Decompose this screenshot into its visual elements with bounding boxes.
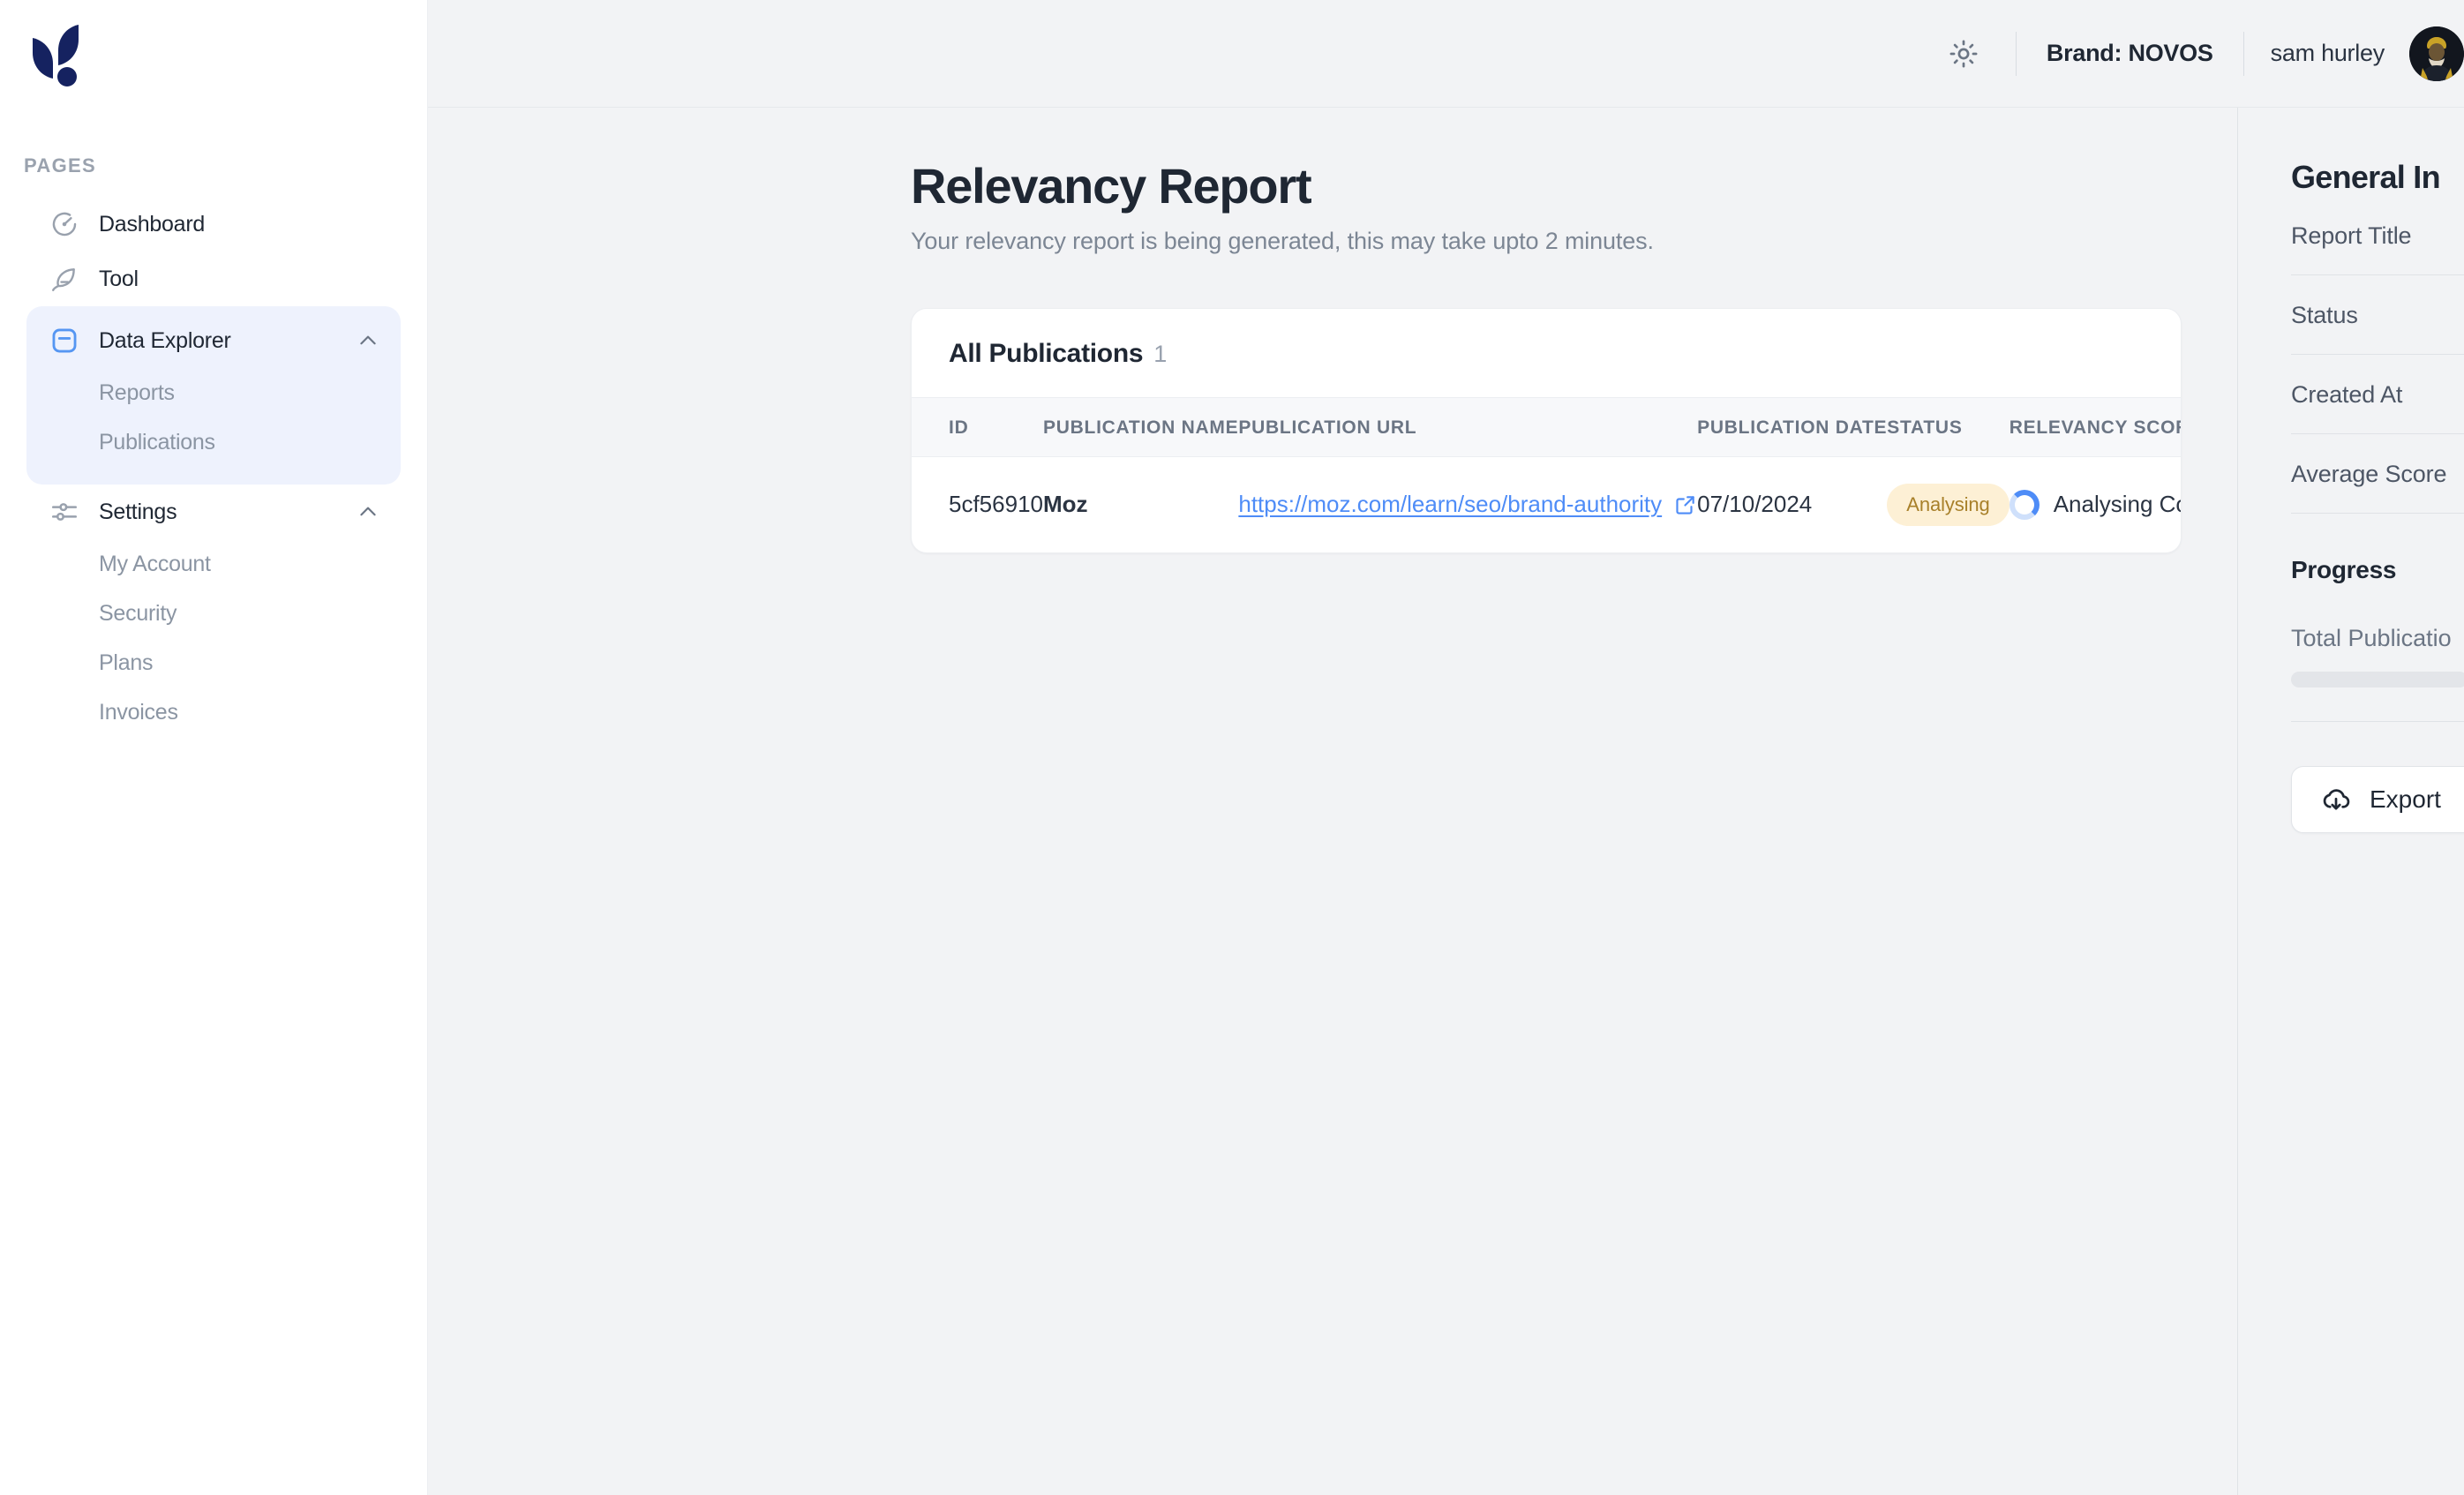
general-info-panel: General In Report Title Status Created A…	[2237, 108, 2464, 1495]
export-button-label: Export	[2370, 785, 2441, 813]
panel-row-created-at: Created At	[2291, 355, 2464, 434]
data-explorer-icon	[48, 324, 81, 357]
topbar: Brand: NOVOS sam hurley	[428, 0, 2464, 108]
page-content: Relevancy Report Your relevancy report i…	[428, 108, 2237, 1495]
loading-spinner-icon	[2009, 489, 2040, 520]
column-header-score[interactable]: RELEVANCY SCORE	[2009, 396, 2181, 457]
cloud-download-icon	[2323, 789, 2350, 810]
cell-status: Analysing	[1887, 456, 2010, 552]
brand-selector[interactable]: Brand: NOVOS	[2017, 40, 2243, 67]
panel-row-average-score: Average Score	[2291, 434, 2464, 514]
table-row[interactable]: 5cf56910 Moz https://moz.com/learn/seo/b…	[912, 456, 2181, 552]
page-subtitle: Your relevancy report is being generated…	[911, 227, 1654, 254]
table-head: ID PUBLICATION NAME PUBLICATION URL PUBL…	[912, 396, 2181, 457]
sidebar-subitem-invoices[interactable]: Invoices	[26, 687, 401, 737]
panel-divider	[2291, 721, 2464, 722]
panel-row-report-title: Report Title	[2291, 196, 2464, 275]
column-header-id[interactable]: ID	[912, 396, 1043, 457]
column-header-status[interactable]: STATUS	[1887, 396, 2010, 457]
progress-label: Total Publicatio	[2291, 625, 2452, 651]
sidebar-item-label: Data Explorer	[99, 327, 231, 353]
logo-container[interactable]	[0, 0, 427, 106]
sidebar-section-label: PAGES	[24, 154, 96, 177]
external-link-icon[interactable]	[1674, 493, 1697, 516]
nav-group-primary: Dashboard Tool	[0, 197, 427, 306]
user-name-label[interactable]: sam hurley	[2244, 40, 2409, 67]
panel-title: General In	[2291, 159, 2441, 195]
app-root: PAGES Dashboard Tool Data Explorer Repor…	[0, 0, 2464, 1495]
nav-group-data-explorer: Data Explorer Reports Publications	[26, 306, 401, 485]
table-body: 5cf56910 Moz https://moz.com/learn/seo/b…	[912, 456, 2181, 552]
sidebar-item-label: Dashboard	[99, 211, 206, 237]
cell-publication-name: Moz	[1042, 491, 1088, 518]
topbar-controls: Brand: NOVOS sam hurley	[1936, 0, 2464, 107]
nav-group-settings: Settings My Account Security Plans Invoi…	[0, 485, 427, 737]
export-button[interactable]: Export	[2291, 766, 2464, 833]
sidebar-subitem-reports[interactable]: Reports	[26, 368, 401, 417]
sidebar-item-dashboard[interactable]: Dashboard	[26, 197, 401, 252]
sun-icon	[1949, 40, 1978, 67]
sidebar: PAGES Dashboard Tool Data Explorer Repor…	[0, 0, 428, 1495]
score-status-text: Analysing Content...	[2053, 491, 2181, 518]
panel-row-status: Status	[2291, 275, 2464, 355]
sidebar-item-settings[interactable]: Settings	[26, 485, 401, 539]
cell-id: 5cf56910	[949, 491, 1043, 518]
sidebar-item-tool[interactable]: Tool	[26, 252, 401, 306]
chevron-up-icon[interactable]	[357, 329, 379, 352]
user-avatar[interactable]	[2409, 26, 2464, 81]
sidebar-item-label: Settings	[99, 499, 177, 524]
column-header-url[interactable]: PUBLICATION URL	[1238, 396, 1698, 457]
chevron-up-icon[interactable]	[357, 500, 379, 523]
table-header-row: ID PUBLICATION NAME PUBLICATION URL PUBL…	[912, 396, 2181, 457]
progress-section-title: Progress	[2291, 556, 2397, 583]
main-column: Brand: NOVOS sam hurley Relevancy Report…	[428, 0, 2464, 1495]
column-header-name[interactable]: PUBLICATION NAME	[1042, 396, 1239, 457]
content-area: Relevancy Report Your relevancy report i…	[428, 108, 2464, 1495]
theme-toggle-button[interactable]	[1936, 26, 1991, 81]
sidebar-subitem-publications[interactable]: Publications	[26, 417, 401, 467]
card-header: All Publications 1	[912, 309, 2181, 397]
column-header-date[interactable]: PUBLICATION DATE	[1697, 396, 1888, 457]
cell-publication-url: https://moz.com/learn/seo/brand-authorit…	[1238, 456, 1697, 552]
publication-url-link[interactable]: https://moz.com/learn/seo/brand-authorit…	[1238, 491, 1662, 518]
cell-publication-date: 07/10/2024	[1697, 491, 1813, 518]
publications-card: All Publications 1 ID PUBLICATION NAME P…	[911, 307, 2182, 553]
sidebar-subitem-my-account[interactable]: My Account	[26, 539, 401, 589]
sidebar-subitem-security[interactable]: Security	[26, 589, 401, 638]
sidebar-subitem-plans[interactable]: Plans	[26, 638, 401, 687]
cell-relevancy-score: Analysing Content...	[2009, 456, 2181, 552]
sliders-icon	[48, 495, 81, 529]
avatar-image	[2409, 26, 2464, 81]
page-title: Relevancy Report	[911, 158, 1312, 214]
novos-leaf-logo	[33, 25, 79, 86]
sidebar-item-label: Tool	[99, 266, 139, 291]
feather-icon	[48, 262, 81, 296]
publications-table: ID PUBLICATION NAME PUBLICATION URL PUBL…	[912, 396, 2181, 552]
status-badge: Analysing	[1887, 483, 2010, 526]
progress-bar	[2291, 672, 2464, 687]
card-count: 1	[1153, 340, 1168, 367]
gauge-icon	[48, 207, 81, 241]
sidebar-item-data-explorer[interactable]: Data Explorer	[26, 313, 401, 368]
card-title: All Publications	[949, 338, 1144, 368]
